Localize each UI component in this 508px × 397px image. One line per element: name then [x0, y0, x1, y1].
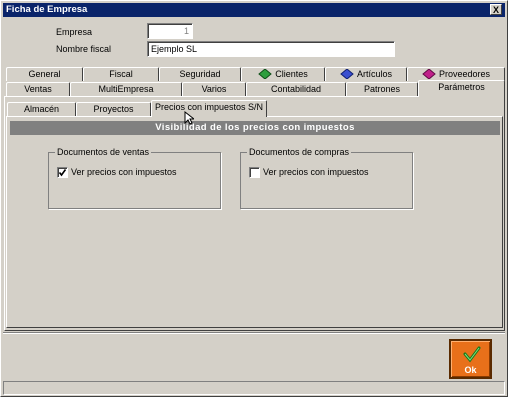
tab-ventas[interactable]: Ventas — [6, 82, 70, 96]
ventas-group-title: Documentos de ventas — [55, 147, 152, 157]
empresa-label: Empresa — [56, 27, 93, 37]
check-icon — [58, 169, 67, 177]
window-title: Ficha de Empresa — [6, 4, 88, 15]
tab-fiscal-label: Fiscal — [109, 69, 133, 79]
compras-group: Documentos de compras Ver precios con im… — [240, 147, 413, 209]
tab-ventas-label: Ventas — [24, 84, 52, 94]
ventas-checkbox[interactable] — [57, 167, 68, 178]
tab-fiscal[interactable]: Fiscal — [83, 67, 159, 81]
tab-articulos-label: Artículos — [356, 69, 392, 79]
articulos-icon — [340, 69, 354, 79]
tab-contabilidad[interactable]: Contabilidad — [246, 82, 346, 96]
main-window: Ficha de Empresa X Empresa 1 Nombre fisc… — [0, 0, 508, 397]
ventas-group: Documentos de ventas Ver precios con imp… — [48, 147, 221, 209]
tab-seguridad[interactable]: Seguridad — [159, 67, 241, 81]
tab-multiempresa[interactable]: MultiEmpresa — [70, 82, 182, 96]
tab-varios-label: Varios — [201, 84, 227, 94]
close-button[interactable]: X — [490, 4, 502, 15]
subtab-precios-impuestos-label: Precios con impuestos S/N — [154, 102, 264, 112]
tab-articulos[interactable]: Artículos — [325, 67, 407, 81]
title-bar: Ficha de Empresa X — [3, 3, 505, 17]
subtab-almacen-label: Almacén — [23, 104, 59, 114]
checkmark-icon — [463, 346, 481, 363]
nombre-fiscal-field[interactable]: Ejemplo SL — [147, 41, 395, 57]
tab-parametros-label: Parámetros — [438, 82, 485, 92]
compras-group-title: Documentos de compras — [247, 147, 352, 157]
tab-varios[interactable]: Varios — [182, 82, 246, 96]
tab-patrones-label: Patrones — [363, 84, 401, 94]
tab-seguridad-label: Seguridad — [179, 69, 221, 79]
ok-button-label: Ok — [464, 365, 477, 375]
subtab-proyectos[interactable]: Proyectos — [76, 102, 151, 116]
nombre-fiscal-label: Nombre fiscal — [56, 44, 112, 54]
subtab-proyectos-label: Proyectos — [93, 104, 134, 114]
tab-multiempresa-label: MultiEmpresa — [98, 84, 154, 94]
tab-patrones[interactable]: Patrones — [346, 82, 418, 96]
mouse-cursor-icon — [184, 111, 194, 125]
tab-proveedores-label: Proveedores — [438, 69, 491, 79]
ventas-checkbox-label: Ver precios con impuestos — [71, 167, 177, 177]
subtab-almacen[interactable]: Almacén — [7, 102, 76, 116]
tab-general-label: General — [28, 69, 61, 79]
tab-parametros[interactable]: Parámetros — [418, 80, 505, 97]
tab-general[interactable]: General — [6, 67, 83, 81]
empresa-field[interactable]: 1 — [147, 23, 193, 39]
tab-proveedores[interactable]: Proveedores — [407, 67, 505, 81]
footer-divider — [3, 332, 505, 334]
status-bar — [3, 381, 505, 395]
proveedores-icon — [422, 69, 436, 79]
tab-clientes-label: Clientes — [275, 69, 308, 79]
subtab-precios-impuestos[interactable]: Precios con impuestos S/N — [151, 100, 267, 117]
section-banner: Visibilidad de los precios con impuestos — [10, 121, 500, 135]
compras-checkbox[interactable] — [249, 167, 260, 178]
tab-contabilidad-label: Contabilidad — [270, 84, 322, 94]
ok-button[interactable]: Ok — [449, 339, 492, 379]
tab-clientes[interactable]: Clientes — [241, 67, 325, 81]
clientes-icon — [258, 69, 273, 79]
compras-checkbox-label: Ver precios con impuestos — [263, 167, 369, 177]
